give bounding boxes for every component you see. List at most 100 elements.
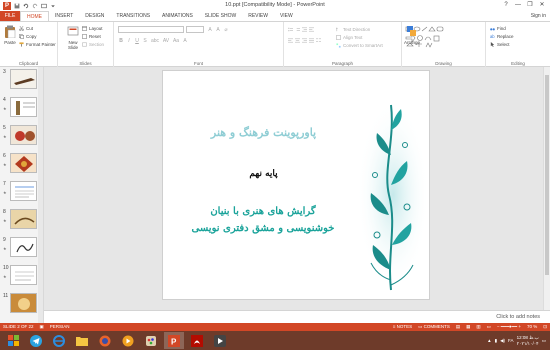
reset-button[interactable]: Reset bbox=[82, 34, 101, 39]
taskbar-powerpoint[interactable]: P bbox=[164, 332, 184, 349]
font-name-dropdown[interactable] bbox=[118, 26, 184, 33]
taskbar-acrobat[interactable] bbox=[187, 332, 207, 349]
layout-icon bbox=[82, 26, 87, 31]
windows-taskbar: P ▲ ▮ ◀) FA 12:08 ب.ظ ۲۰۲۱/۱۰/۰۴ ▭ bbox=[0, 331, 550, 350]
language-indicator[interactable]: PERSIAN bbox=[47, 323, 73, 331]
thumbnail-image bbox=[10, 69, 37, 89]
columns-icon[interactable] bbox=[316, 38, 321, 43]
decrease-font-icon[interactable]: A bbox=[215, 27, 221, 33]
cut-button[interactable]: Cut bbox=[19, 26, 33, 31]
slideshow-view-icon[interactable]: ▭ bbox=[484, 323, 494, 331]
notes-pane[interactable]: Click to add notes bbox=[44, 310, 550, 323]
align-center-icon[interactable] bbox=[295, 38, 300, 43]
section-button[interactable]: Section bbox=[82, 42, 104, 47]
shadow-button[interactable]: S bbox=[142, 38, 148, 44]
tab-animations[interactable]: ANIMATIONS bbox=[156, 11, 199, 21]
format-painter-button[interactable]: Format Painter bbox=[19, 42, 56, 47]
select-button[interactable]: Select bbox=[490, 42, 510, 47]
clipboard-group-label: Clipboard bbox=[18, 61, 39, 66]
show-hidden-icons[interactable]: ▲ bbox=[487, 338, 491, 343]
slide-grade-text[interactable]: پایه نهم bbox=[171, 169, 356, 179]
restore-button[interactable]: ❐ bbox=[524, 0, 536, 10]
video-player-icon bbox=[214, 334, 226, 347]
input-language[interactable]: FA bbox=[508, 338, 514, 343]
powerpoint-icon: P bbox=[168, 334, 180, 347]
spellcheck-icon[interactable]: ▣ bbox=[37, 323, 47, 331]
slide-subtitle-line-2[interactable]: خوشنویسی و مشق دفتری نویسی bbox=[163, 223, 363, 234]
taskbar-paint[interactable] bbox=[141, 332, 161, 349]
tab-review[interactable]: REVIEW bbox=[242, 11, 274, 21]
tab-view[interactable]: VIEW bbox=[274, 11, 299, 21]
convert-smartart-button[interactable]: Convert to SmartArt bbox=[336, 43, 383, 48]
decrease-indent-icon[interactable] bbox=[302, 27, 307, 32]
zoom-level[interactable]: 70 % bbox=[524, 323, 540, 331]
vertical-scrollbar[interactable] bbox=[543, 67, 550, 310]
taskbar-internet-explorer[interactable] bbox=[49, 332, 69, 349]
close-button[interactable]: ✕ bbox=[536, 0, 548, 10]
thumbnails-scrollbar[interactable] bbox=[38, 67, 43, 323]
italic-button[interactable]: I bbox=[126, 38, 132, 44]
normal-view-icon[interactable]: ▤ bbox=[453, 323, 463, 331]
bullets-icon[interactable] bbox=[288, 27, 293, 32]
animation-star-icon: ★ bbox=[3, 134, 7, 139]
change-case-button[interactable]: Aa bbox=[172, 38, 180, 44]
numbering-icon[interactable] bbox=[295, 27, 300, 32]
tab-home[interactable]: HOME bbox=[20, 11, 49, 21]
align-left-icon[interactable] bbox=[288, 38, 293, 43]
underline-button[interactable]: U bbox=[134, 38, 140, 44]
increase-indent-icon[interactable] bbox=[309, 27, 314, 32]
drawing-group-label: Drawing bbox=[435, 61, 452, 66]
slide-title[interactable]: پاورپوینت فرهنگ و هنر bbox=[171, 126, 356, 139]
sign-in-link[interactable]: Sign in bbox=[531, 11, 550, 21]
paint-icon bbox=[146, 335, 156, 346]
svg-text:ab: ab bbox=[490, 34, 495, 39]
taskbar-file-explorer[interactable] bbox=[72, 332, 92, 349]
volume-icon[interactable]: ◀) bbox=[500, 338, 505, 344]
increase-font-icon[interactable]: A bbox=[207, 27, 213, 33]
taskbar-media-player[interactable] bbox=[118, 332, 138, 349]
justify-icon[interactable] bbox=[309, 38, 314, 43]
action-center-icon[interactable]: ▭ bbox=[542, 338, 546, 344]
font-size-dropdown[interactable] bbox=[186, 26, 204, 33]
start-button[interactable] bbox=[3, 332, 23, 349]
tab-insert[interactable]: INSERT bbox=[49, 11, 79, 21]
font-color-button[interactable]: A bbox=[182, 38, 188, 44]
fit-slide-icon[interactable]: ⊡ bbox=[540, 323, 550, 331]
comments-toggle-button[interactable]: ▭ COMMENTS bbox=[415, 323, 453, 331]
taskbar-firefox[interactable] bbox=[95, 332, 115, 349]
character-spacing-button[interactable]: AV bbox=[162, 38, 170, 44]
animation-star-icon: ★ bbox=[3, 162, 7, 167]
tab-transitions[interactable]: TRANSITIONS bbox=[110, 11, 156, 21]
tab-file[interactable]: FILE bbox=[0, 11, 20, 21]
new-slide-button[interactable]: New Slide bbox=[64, 25, 82, 50]
find-button[interactable]: Find bbox=[490, 26, 506, 31]
replace-button[interactable]: ab Replace bbox=[490, 34, 514, 39]
taskbar-telegram[interactable] bbox=[26, 332, 46, 349]
layout-button[interactable]: Layout bbox=[82, 26, 103, 31]
align-text-button[interactable]: Align Text bbox=[336, 35, 362, 40]
zoom-slider[interactable]: − ━━━●━━ + bbox=[494, 323, 524, 331]
tab-slide-show[interactable]: SLIDE SHOW bbox=[199, 11, 242, 21]
minimize-button[interactable]: — bbox=[512, 0, 524, 10]
reading-view-icon[interactable]: ▥ bbox=[473, 323, 483, 331]
slide-sorter-icon[interactable]: ▦ bbox=[463, 323, 473, 331]
tab-design[interactable]: DESIGN bbox=[79, 11, 110, 21]
notes-toggle-button[interactable]: ≡ NOTES bbox=[390, 323, 415, 331]
animation-star-icon: ★ bbox=[3, 218, 7, 223]
strikethrough-button[interactable]: abc bbox=[150, 38, 160, 44]
arrange-button[interactable]: Arrange bbox=[404, 25, 420, 45]
help-button[interactable]: ? bbox=[500, 0, 512, 10]
copy-button[interactable]: Copy bbox=[19, 34, 37, 39]
taskbar-video-player[interactable] bbox=[210, 332, 230, 349]
bold-button[interactable]: B bbox=[118, 38, 124, 44]
taskbar-clock[interactable]: 12:08 ب.ظ ۲۰۲۱/۱۰/۰۴ bbox=[517, 335, 539, 347]
text-direction-button[interactable]: Text Direction bbox=[336, 27, 370, 32]
reset-icon bbox=[82, 34, 87, 39]
align-right-icon[interactable] bbox=[302, 38, 307, 43]
current-slide[interactable]: پاورپوینت فرهنگ و هنر پایه نهم گرایش های… bbox=[162, 70, 430, 300]
network-icon[interactable]: ▮ bbox=[495, 338, 497, 344]
scrollbar-thumb[interactable] bbox=[545, 75, 549, 275]
slide-subtitle-line-1[interactable]: گرایش های هنری با بنیان bbox=[163, 206, 363, 217]
clear-formatting-icon[interactable]: ⌀ bbox=[223, 27, 229, 33]
paste-button[interactable]: Paste bbox=[3, 25, 17, 45]
